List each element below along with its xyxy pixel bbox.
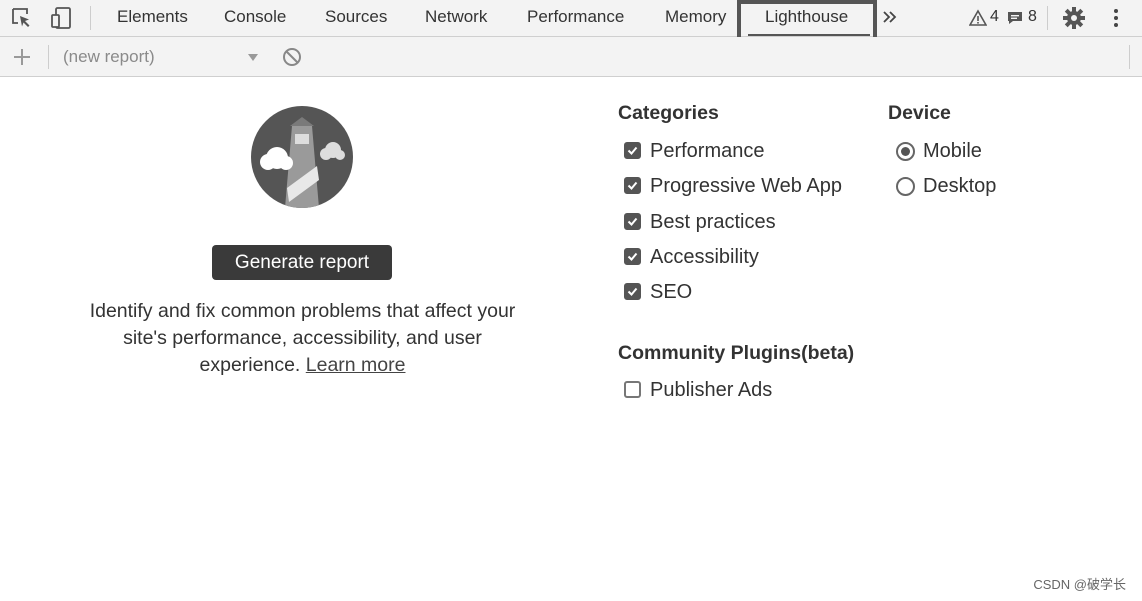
warnings-count: 4	[990, 8, 999, 25]
checkbox-checked-icon[interactable]	[624, 177, 641, 194]
plus-icon[interactable]	[10, 45, 34, 69]
warning-icon[interactable]	[968, 9, 988, 27]
clear-block-icon[interactable]	[281, 46, 303, 68]
more-options-icon[interactable]	[1104, 6, 1128, 30]
plugins-title: Community Plugins(beta)	[618, 342, 855, 364]
tab-network[interactable]: Network	[425, 0, 487, 36]
lighthouse-description: Identify and fix common problems that af…	[70, 298, 535, 379]
tab-elements[interactable]: Elements	[117, 0, 188, 36]
generate-report-button[interactable]: Generate report	[212, 245, 392, 280]
toolbar-divider	[90, 6, 91, 30]
radio-unselected-icon[interactable]	[896, 177, 915, 196]
subbar-divider	[1129, 45, 1130, 69]
inspect-element-icon[interactable]	[10, 6, 34, 30]
lighthouse-logo-icon	[251, 106, 353, 208]
gear-icon[interactable]	[1062, 6, 1086, 30]
checkbox-checked-icon[interactable]	[624, 213, 641, 230]
lighthouse-subbar: (new report)	[0, 37, 1142, 77]
category-label: Best practices	[650, 211, 776, 233]
checkbox-checked-icon[interactable]	[624, 283, 641, 300]
tab-console[interactable]: Console	[224, 0, 286, 36]
devtools-toolbar: Elements Console Sources Network Perform…	[0, 0, 1142, 45]
watermark: CSDN @破学长	[1033, 577, 1126, 592]
message-icon[interactable]	[1006, 9, 1024, 27]
device-label: Desktop	[923, 175, 997, 197]
checkbox-checked-icon[interactable]	[624, 248, 641, 265]
category-label: Performance	[650, 140, 765, 162]
learn-more-link[interactable]: Learn more	[306, 354, 406, 376]
device-title: Device	[888, 102, 951, 124]
subbar-divider	[48, 45, 49, 69]
category-label: Accessibility	[650, 246, 759, 268]
toolbar-divider	[1047, 6, 1048, 30]
description-text: Identify and fix common problems that af…	[89, 300, 516, 376]
tab-memory[interactable]: Memory	[665, 0, 726, 36]
category-label: Progressive Web App	[650, 175, 842, 197]
report-select[interactable]: (new report)	[63, 37, 155, 77]
category-label: SEO	[650, 281, 693, 303]
double-chevron-right-icon[interactable]	[881, 8, 899, 26]
radio-selected-icon[interactable]	[896, 142, 915, 161]
tab-performance[interactable]: Performance	[527, 0, 624, 36]
device-label: Mobile	[923, 140, 982, 162]
tab-sources[interactable]: Sources	[325, 0, 387, 36]
checkbox-checked-icon[interactable]	[624, 142, 641, 159]
messages-count: 8	[1028, 8, 1037, 25]
categories-title: Categories	[618, 102, 719, 124]
checkbox-unchecked-icon[interactable]	[624, 381, 641, 398]
dropdown-arrow-icon[interactable]	[246, 50, 260, 64]
device-toolbar-icon[interactable]	[50, 6, 74, 30]
plugin-label: Publisher Ads	[650, 379, 773, 401]
